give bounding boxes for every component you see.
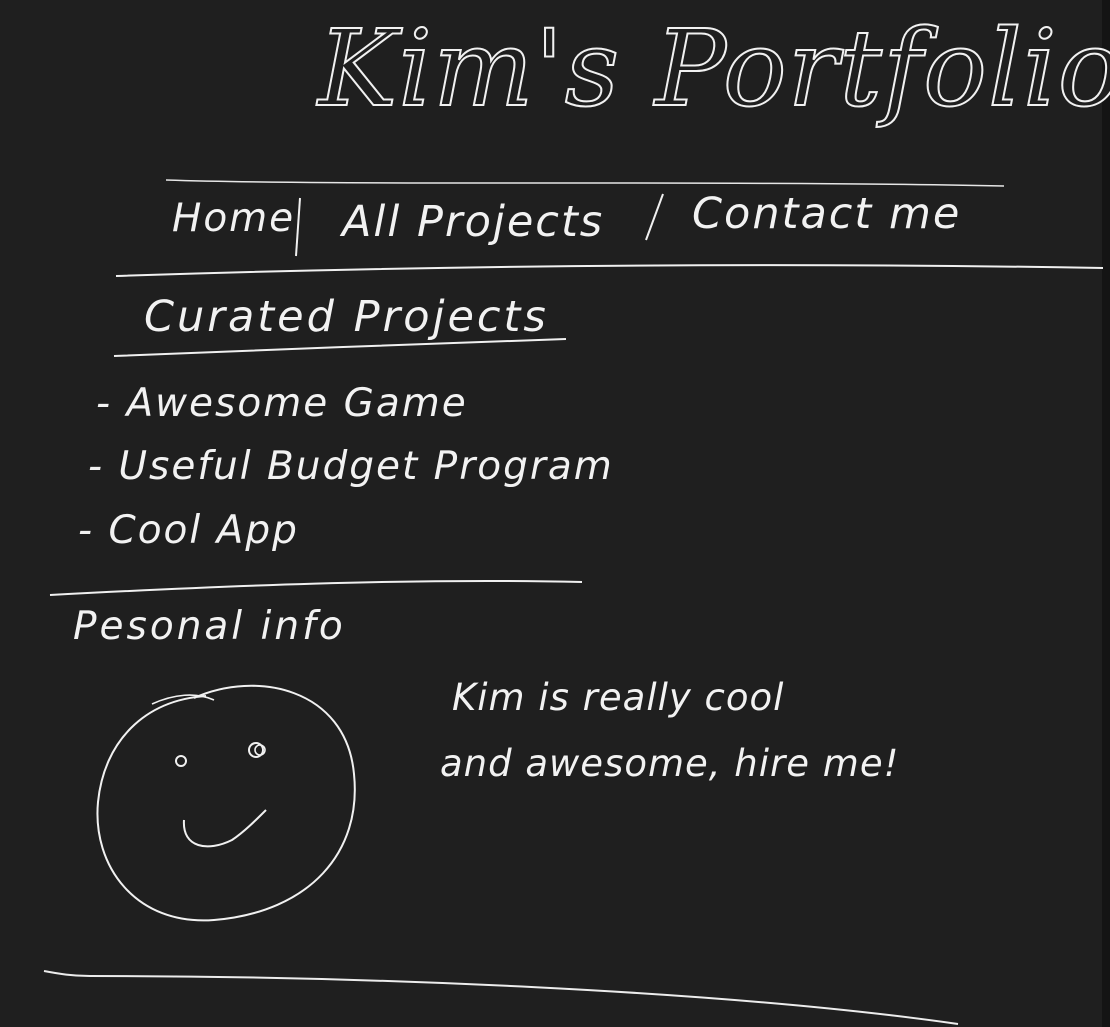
nav-link-contact[interactable]: Contact me: [692, 193, 961, 236]
nav-link-home[interactable]: Home: [172, 199, 295, 238]
nav-divider-bottom: [115, 264, 1104, 277]
smile-icon: [182, 809, 267, 848]
nav-link-all-projects[interactable]: All Projects: [342, 201, 604, 244]
personal-info-heading: Pesonal info: [73, 604, 346, 649]
left-eye-icon: [175, 755, 187, 767]
curated-projects-heading: Curated Projects: [144, 292, 549, 342]
smiley-face-icon: [96, 684, 356, 922]
project-link-awesome-game[interactable]: - Awesome Game: [96, 384, 468, 423]
footer-divider: [43, 970, 959, 1025]
page-title: Kim's Portfolio: [317, 7, 1110, 130]
project-link-useful-budget-program[interactable]: - Useful Budget Program: [88, 447, 614, 486]
personal-info-text: Kim is really cool and awesome, hire me!: [440, 665, 899, 797]
header-divider-top: [165, 179, 1005, 187]
project-link-cool-app[interactable]: - Cool App: [78, 511, 299, 550]
main-nav: Home All Projects Contact me: [172, 193, 1002, 253]
about-line-2: and awesome, hire me!: [440, 742, 900, 785]
avatar: [96, 684, 356, 922]
section-divider: [49, 579, 583, 596]
about-line-1: Kim is really cool: [452, 676, 785, 719]
